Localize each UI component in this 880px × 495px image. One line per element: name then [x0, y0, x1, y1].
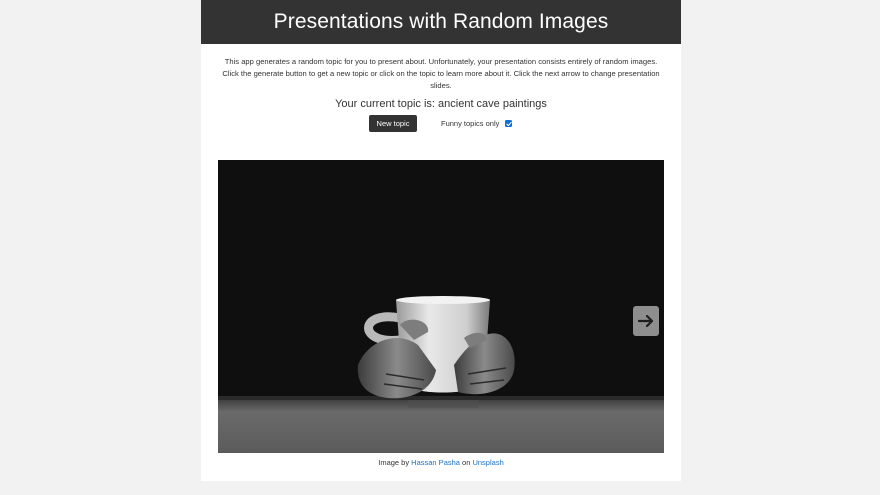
funny-topics-checkbox[interactable] [505, 120, 512, 127]
intro-text: This app generates a random topic for yo… [222, 57, 660, 90]
topic-prefix: Your current topic is: [335, 98, 439, 110]
credit-prefix: Image by [378, 458, 412, 467]
author-link[interactable]: Hassan Pasha [411, 458, 460, 467]
current-topic-line: Your current topic is: ancient cave pain… [201, 98, 681, 110]
credit-middle: on [459, 458, 473, 467]
funny-topics-label: Funny topics only [441, 119, 500, 128]
page-container: Presentations with Random Images This ap… [201, 0, 681, 481]
mug-photo [218, 160, 664, 453]
image-credit: Image by Hassan Pasha on Unsplash [201, 458, 681, 467]
check-icon [505, 121, 512, 126]
arrow-right-icon [638, 315, 654, 327]
page-title: Presentations with Random Images [273, 10, 609, 33]
topic-link[interactable]: ancient cave paintings [438, 98, 547, 110]
unsplash-link[interactable]: Unsplash [472, 458, 503, 467]
controls-row: New topic Funny topics only [201, 115, 681, 139]
new-topic-button[interactable]: New topic [369, 115, 417, 132]
next-slide-button[interactable] [633, 306, 659, 336]
slide-image [218, 160, 664, 453]
header-banner: Presentations with Random Images [201, 0, 681, 44]
